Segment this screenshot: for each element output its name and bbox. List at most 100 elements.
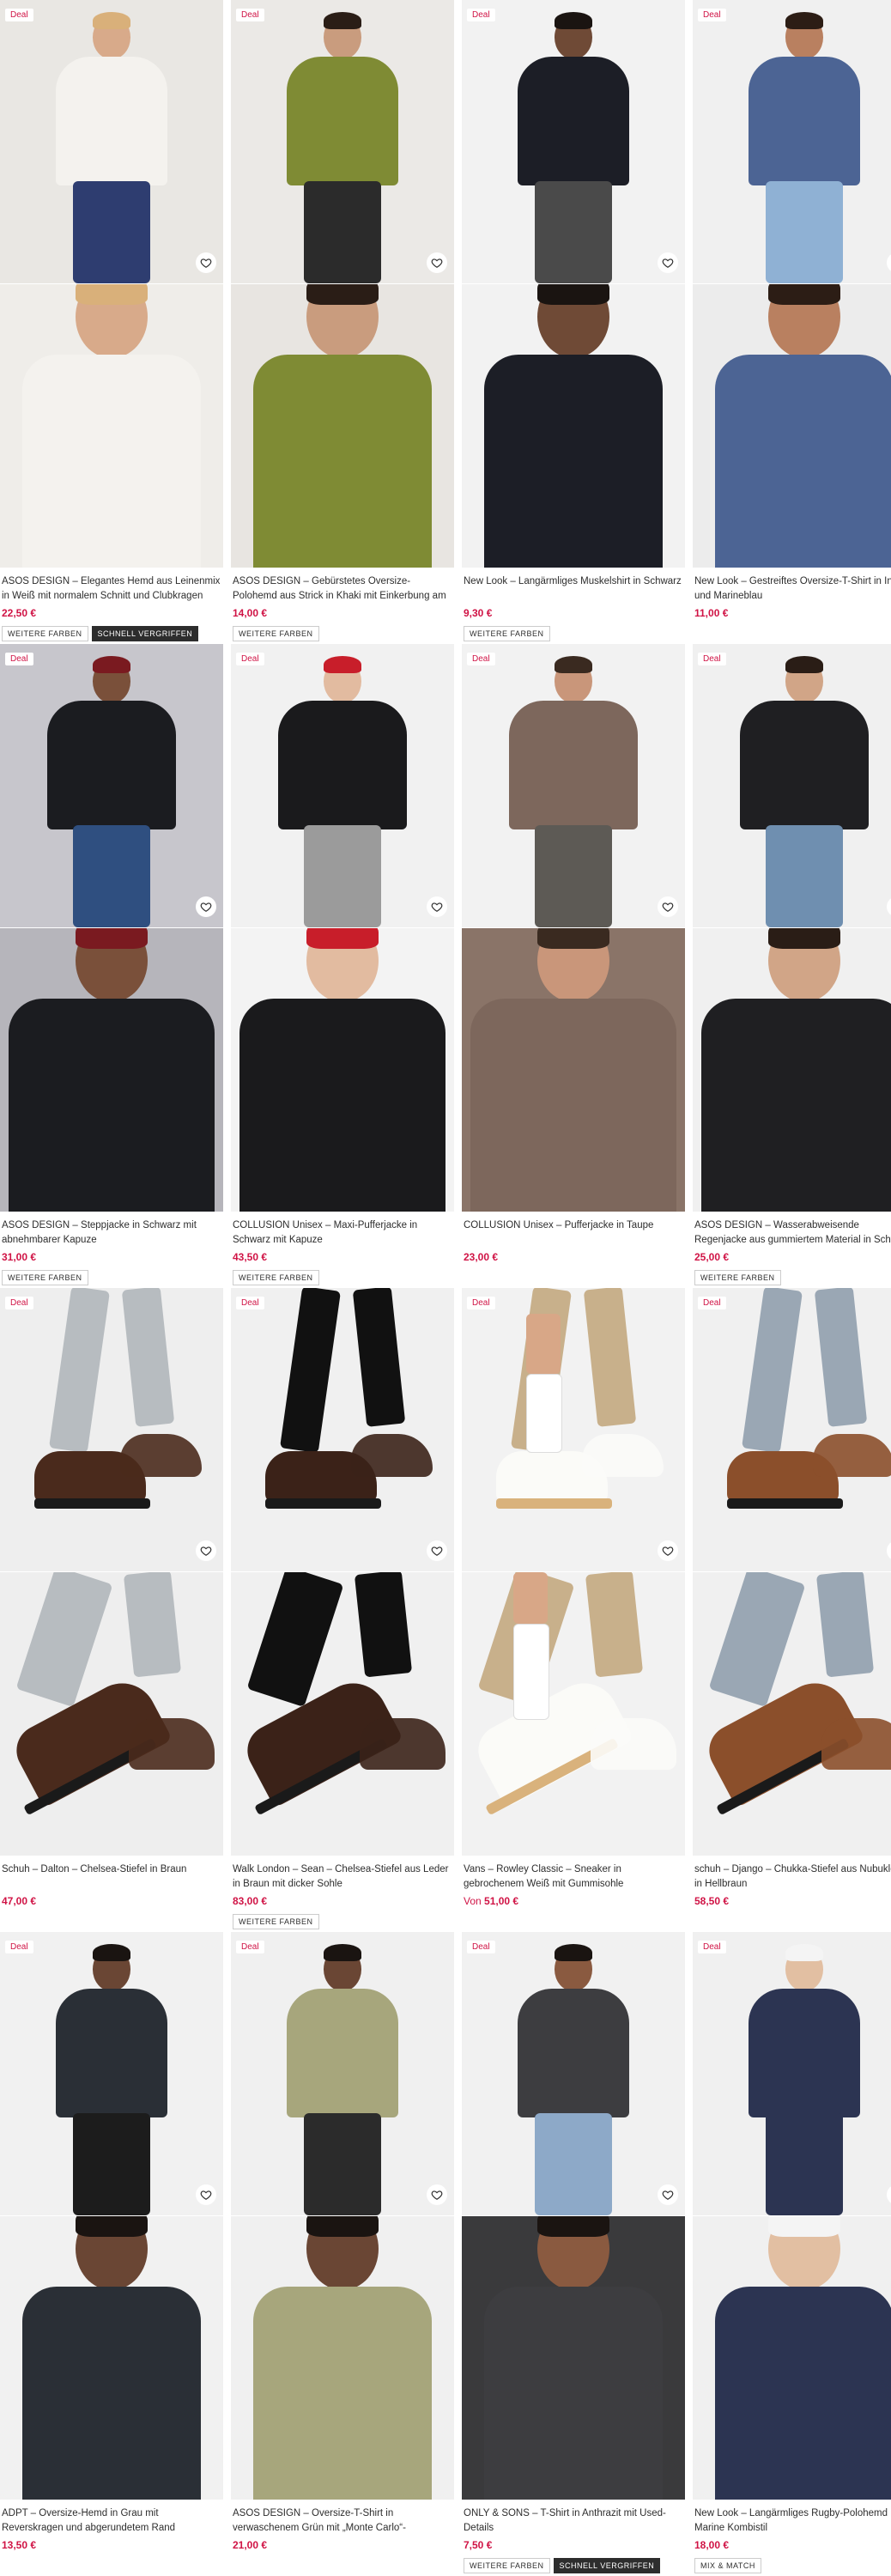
product-image[interactable]: Deal [231, 1288, 454, 1571]
product-card[interactable]: Deal ASOS DESIGN – Steppjacke in Schwarz … [0, 644, 223, 1288]
product-title[interactable]: Schuh – Dalton – Chelsea-Stiefel in Brau… [2, 1862, 221, 1892]
product-tags: Weitere Farben [2, 1270, 221, 1285]
product-image-alt[interactable] [462, 283, 685, 568]
save-for-later-button[interactable] [196, 2184, 216, 2205]
save-for-later-button[interactable] [658, 896, 678, 917]
product-image[interactable]: Deal [462, 0, 685, 283]
product-image[interactable]: Deal [0, 0, 223, 283]
product-image[interactable]: Deal [693, 1288, 891, 1571]
product-image[interactable]: Deal [693, 0, 891, 283]
product-image-alt[interactable] [0, 2215, 223, 2500]
product-image[interactable]: Deal [0, 1932, 223, 2215]
more-colors-tag[interactable]: Weitere Farben [464, 2558, 550, 2573]
more-colors-tag[interactable]: Mix & Match [694, 2558, 761, 2573]
product-image[interactable]: Deal [231, 1932, 454, 2215]
more-colors-tag[interactable]: Weitere Farben [2, 626, 88, 641]
product-image[interactable]: Deal [462, 644, 685, 927]
product-card[interactable]: Deal COLLUSION Unisex – Maxi-Pufferjacke … [231, 644, 454, 1288]
product-card[interactable]: Deal ASOS DESIGN – Elegantes Hemd aus Lei… [0, 0, 223, 644]
product-card[interactable]: Deal Schuh – Dalton – Chelsea-Stiefel in … [0, 1288, 223, 1932]
product-image-alt[interactable] [693, 927, 891, 1212]
product-title[interactable]: Walk London – Sean – Chelsea-Stiefel aus… [233, 1862, 452, 1892]
product-card[interactable]: Deal ASOS DESIGN – Gebürstetes Oversize-P… [231, 0, 454, 644]
garment-shape [239, 998, 446, 1212]
product-title[interactable]: COLLUSION Unisex – Pufferjacke in Taupe [464, 1218, 683, 1248]
product-title[interactable]: schuh – Django – Chukka-Stiefel aus Nubu… [694, 1862, 891, 1892]
save-for-later-button[interactable] [196, 252, 216, 273]
product-title[interactable]: ASOS DESIGN – Wasserabweisende Regenjack… [694, 1218, 891, 1248]
deal-badge: Deal [467, 9, 495, 21]
product-photo [231, 0, 454, 283]
product-image-alt[interactable] [231, 927, 454, 1212]
save-for-later-button[interactable] [658, 1540, 678, 1561]
product-title[interactable]: Vans – Rowley Classic – Sneaker in gebro… [464, 1862, 683, 1892]
more-colors-tag[interactable]: Weitere Farben [694, 1270, 781, 1285]
more-colors-tag[interactable]: Weitere Farben [2, 1270, 88, 1285]
product-card[interactable]: Deal Walk London – Sean – Chelsea-Stiefel… [231, 1288, 454, 1932]
product-title[interactable]: ADPT – Oversize-Hemd in Grau mit Reversk… [2, 2506, 221, 2536]
save-for-later-button[interactable] [658, 2184, 678, 2205]
product-title[interactable]: COLLUSION Unisex – Maxi-Pufferjacke in S… [233, 1218, 452, 1248]
product-title[interactable]: New Look – Langärmliges Muskelshirt in S… [464, 574, 683, 604]
product-title[interactable]: New Look – Langärmliges Rugby-Polohemd i… [694, 2506, 891, 2536]
sole-shape [265, 1498, 381, 1509]
product-image[interactable]: Deal [462, 1932, 685, 2215]
product-image-alt[interactable] [462, 2215, 685, 2500]
product-photo [231, 644, 454, 927]
product-title[interactable]: New Look – Gestreiftes Oversize-T-Shirt … [694, 574, 891, 604]
product-image-alt[interactable] [462, 1571, 685, 1856]
more-colors-tag[interactable]: Weitere Farben [464, 626, 550, 641]
product-image-alt[interactable] [0, 927, 223, 1212]
save-for-later-button[interactable] [427, 896, 447, 917]
product-image[interactable]: Deal [231, 0, 454, 283]
product-image-alt[interactable] [693, 2215, 891, 2500]
product-card[interactable]: Deal ADPT – Oversize-Hemd in Grau mit Rev… [0, 1932, 223, 2576]
garment-shape [9, 998, 215, 1212]
save-for-later-button[interactable] [196, 896, 216, 917]
product-image-alt[interactable] [462, 927, 685, 1212]
save-for-later-button[interactable] [658, 252, 678, 273]
product-image[interactable]: Deal [231, 644, 454, 927]
save-for-later-button[interactable] [427, 2184, 447, 2205]
save-for-later-button[interactable] [427, 1540, 447, 1561]
save-for-later-button[interactable] [427, 252, 447, 273]
save-for-later-button[interactable] [196, 1540, 216, 1561]
product-image-alt[interactable] [693, 1571, 891, 1856]
product-image-alt[interactable] [693, 283, 891, 568]
product-card[interactable]: Deal New Look – Gestreiftes Oversize-T-Sh… [693, 0, 891, 644]
product-image[interactable]: Deal [0, 1288, 223, 1571]
product-image-alt[interactable] [0, 283, 223, 568]
price-value: 14,00 € [233, 607, 268, 619]
product-card[interactable]: Deal Vans – Rowley Classic – Sneaker in g… [462, 1288, 685, 1932]
price-value: 23,00 € [464, 1251, 499, 1263]
product-title[interactable]: ASOS DESIGN – Gebürstetes Oversize-Poloh… [233, 574, 452, 604]
product-card[interactable]: Deal schuh – Django – Chukka-Stiefel aus … [693, 1288, 891, 1932]
shoe-shape [582, 1434, 664, 1477]
more-colors-tag[interactable]: Weitere Farben [233, 1270, 319, 1285]
product-info: ASOS DESIGN – Oversize-T-Shirt in verwas… [231, 2500, 454, 2551]
deal-badge: Deal [5, 1297, 33, 1309]
product-image[interactable]: Deal [693, 1932, 891, 2215]
product-image[interactable]: Deal [462, 1288, 685, 1571]
product-tags: Weitere Farben Schnell vergriffen [464, 2558, 683, 2573]
product-image-alt[interactable] [0, 1571, 223, 1856]
product-title[interactable]: ASOS DESIGN – Elegantes Hemd aus Leinenm… [2, 574, 221, 604]
product-card[interactable]: Deal COLLUSION Unisex – Pufferjacke in Ta… [462, 644, 685, 1288]
model-hair-shape [76, 284, 148, 305]
price-value: 13,50 € [2, 2539, 37, 2551]
product-card[interactable]: Deal New Look – Langärmliges Rugby-Polohe… [693, 1932, 891, 2576]
product-image-alt[interactable] [231, 1571, 454, 1856]
product-title[interactable]: ASOS DESIGN – Oversize-T-Shirt in verwas… [233, 2506, 452, 2536]
product-image-alt[interactable] [231, 2215, 454, 2500]
product-image[interactable]: Deal [693, 644, 891, 927]
more-colors-tag[interactable]: Weitere Farben [233, 1914, 319, 1929]
product-title[interactable]: ONLY & SONS – T-Shirt in Anthrazit mit U… [464, 2506, 683, 2536]
product-image[interactable]: Deal [0, 644, 223, 927]
product-card[interactable]: Deal ASOS DESIGN – Wasserabweisende Regen… [693, 644, 891, 1288]
product-image-alt[interactable] [231, 283, 454, 568]
product-card[interactable]: Deal ASOS DESIGN – Oversize-T-Shirt in ve… [231, 1932, 454, 2576]
product-title[interactable]: ASOS DESIGN – Steppjacke in Schwarz mit … [2, 1218, 221, 1248]
product-card[interactable]: Deal ONLY & SONS – T-Shirt in Anthrazit m… [462, 1932, 685, 2576]
more-colors-tag[interactable]: Weitere Farben [233, 626, 319, 641]
product-card[interactable]: Deal New Look – Langärmliges Muskelshirt … [462, 0, 685, 644]
